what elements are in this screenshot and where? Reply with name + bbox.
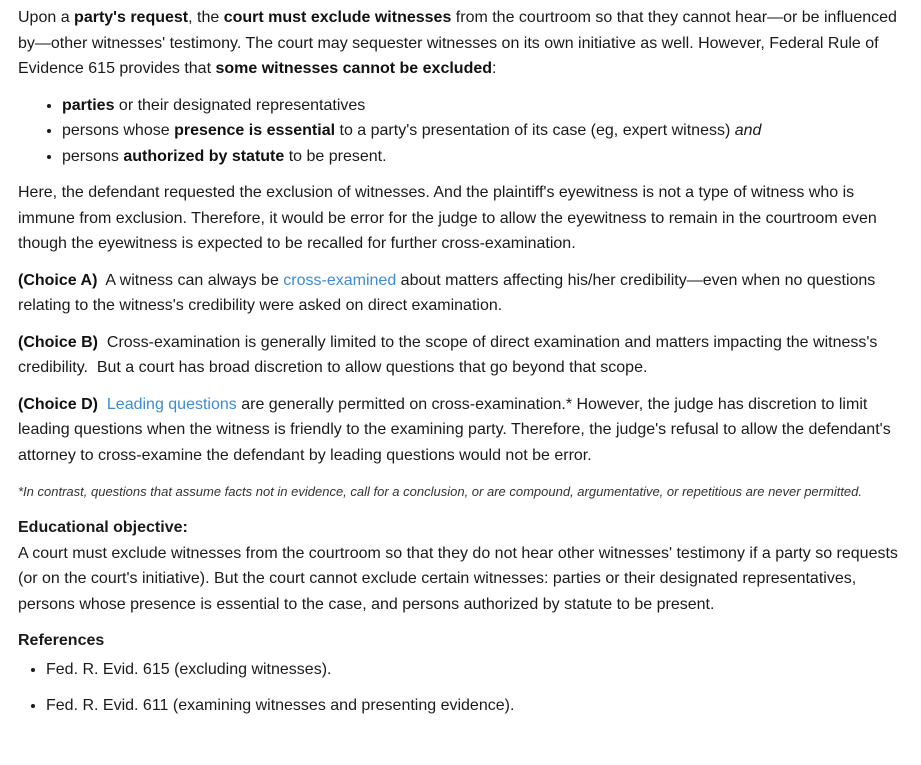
- choice-b-label: (Choice B): [18, 333, 98, 351]
- cross-examined-link[interactable]: cross-examined: [283, 272, 396, 289]
- choice-a-label: (Choice A): [18, 271, 98, 289]
- explanation-content: Upon a party's request, the court must e…: [0, 0, 921, 719]
- intro-bold-some-witnesses: some witnesses cannot be excluded: [215, 60, 493, 77]
- objective-heading: Educational objective:: [18, 519, 188, 536]
- leading-questions-link[interactable]: Leading questions: [107, 396, 237, 413]
- list-item: persons authorized by statute to be pres…: [62, 144, 903, 170]
- reference-item: Fed. R. Evid. 611 (examining witnesses a…: [46, 693, 903, 719]
- references-list: Fed. R. Evid. 615 (excluding witnesses).…: [18, 657, 903, 719]
- exempt-witness-list: parties or their designated representati…: [18, 93, 903, 170]
- intro-paragraph: Upon a party's request, the court must e…: [18, 9, 897, 77]
- list-item: parties or their designated representati…: [62, 93, 903, 119]
- intro-bold-party-request: party's request: [74, 9, 189, 26]
- references-heading: References: [18, 632, 105, 649]
- choice-d-paragraph: (Choice D) Leading questions are general…: [18, 395, 891, 464]
- choice-b-paragraph: (Choice B) Cross-examination is generall…: [18, 333, 882, 377]
- reference-item: Fed. R. Evid. 615 (excluding witnesses).: [46, 657, 903, 683]
- objective-text: A court must exclude witnesses from the …: [18, 544, 898, 613]
- choice-a-paragraph: (Choice A) A witness can always be cross…: [18, 271, 876, 315]
- footnote: *In contrast, questions that assume fact…: [18, 484, 863, 499]
- choice-d-label: (Choice D): [18, 395, 98, 413]
- intro-bold-court-must-exclude: court must exclude witnesses: [223, 9, 452, 26]
- analysis-paragraph: Here, the defendant requested the exclus…: [18, 184, 877, 252]
- list-item: persons whose presence is essential to a…: [62, 118, 903, 144]
